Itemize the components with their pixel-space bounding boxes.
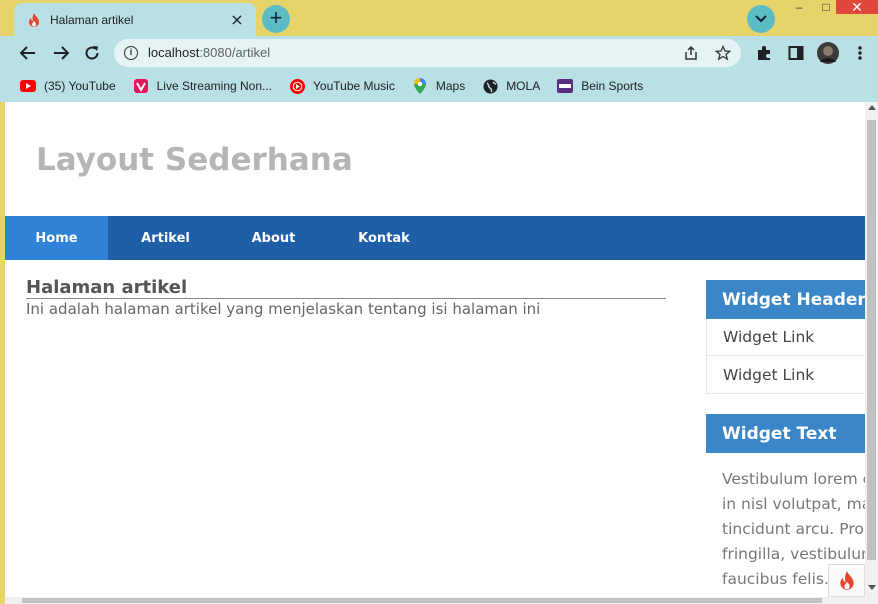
nav-item-artikel[interactable]: Artikel: [108, 216, 223, 260]
bookmark-live-streaming[interactable]: Live Streaming Non...: [133, 78, 272, 94]
bookmark-label: Live Streaming Non...: [156, 79, 273, 93]
url-text: localhost:8080/artikel: [148, 45, 271, 60]
widget-link[interactable]: Widget Link: [707, 319, 865, 356]
bein-sports-icon: [557, 78, 574, 94]
codeigniter-flame-icon: [26, 12, 42, 28]
scrollbar-thumb[interactable]: [22, 598, 822, 603]
tab-strip: Halaman artikel × + – □ ✕: [0, 0, 878, 36]
nav-item-home[interactable]: Home: [5, 216, 108, 260]
horizontal-scrollbar[interactable]: [5, 597, 878, 604]
globe-icon: [482, 78, 498, 94]
bookmarks-bar: (35) YouTube Live Streaming Non... YouTu…: [0, 70, 878, 102]
youtube-icon: [20, 78, 36, 94]
bookmark-mola[interactable]: MOLA: [482, 78, 540, 94]
bookmark-label: (35) YouTube: [44, 79, 116, 93]
scroll-up-arrow-icon[interactable]: [868, 105, 876, 110]
debug-toolbar-button[interactable]: [828, 564, 865, 597]
sidebar: Widget Header Widget Link Widget Link Wi…: [706, 280, 865, 592]
nav-item-about[interactable]: About: [223, 216, 324, 260]
vertical-scrollbar[interactable]: [865, 102, 878, 597]
widget-text-line: tincidunt arcu. Proi: [722, 520, 865, 538]
widget-text-line: Vestibulum lorem e: [722, 470, 865, 488]
tab-close-icon[interactable]: ×: [228, 10, 246, 29]
chevron-down-icon: [755, 15, 767, 23]
maps-pin-icon: [412, 78, 428, 94]
address-bar[interactable]: i localhost:8080/artikel: [114, 39, 741, 67]
bookmark-star-icon[interactable]: [714, 44, 732, 62]
bookmark-label: Maps: [435, 79, 466, 93]
article-body: Ini adalah halaman artikel yang menjelas…: [26, 300, 541, 318]
back-arrow-icon[interactable]: [16, 41, 40, 65]
window-close-button[interactable]: ✕: [836, 0, 878, 15]
bookmark-bein-sports[interactable]: Bein Sports: [557, 78, 643, 94]
article-content: Halaman artikel Ini adalah halaman artik…: [26, 278, 666, 319]
bookmark-youtube[interactable]: (35) YouTube: [20, 78, 116, 94]
extensions-puzzle-icon[interactable]: [755, 44, 773, 62]
bookmark-maps[interactable]: Maps: [412, 78, 465, 94]
youtube-music-icon: [289, 78, 305, 94]
page-heading: Halaman artikel: [26, 278, 666, 299]
minimize-button[interactable]: –: [785, 0, 813, 14]
site-info-icon[interactable]: i: [124, 46, 138, 60]
widget-header: Widget Header: [706, 280, 865, 319]
new-tab-button[interactable]: +: [262, 5, 290, 33]
browser-toolbar: i localhost:8080/artikel: [0, 36, 878, 70]
bookmark-label: MOLA: [506, 79, 541, 93]
widget-text-header: Widget Text: [706, 414, 865, 453]
bookmark-label: Bein Sports: [581, 79, 644, 93]
widget-link[interactable]: Widget Link: [707, 356, 865, 393]
page-viewport: Layout Sederhana Home Artikel About Kont…: [5, 102, 865, 597]
scroll-down-arrow-icon[interactable]: [868, 585, 876, 590]
side-panel-icon[interactable]: [787, 44, 805, 62]
browser-tab[interactable]: Halaman artikel ×: [14, 3, 256, 36]
codeigniter-flame-icon: [839, 571, 854, 590]
site-title: Layout Sederhana: [36, 142, 353, 178]
reload-icon[interactable]: [80, 41, 104, 65]
menu-kebab-icon[interactable]: [851, 44, 869, 62]
share-icon[interactable]: [682, 44, 700, 62]
nav-item-kontak[interactable]: Kontak: [324, 216, 444, 260]
bookmark-youtube-music[interactable]: YouTube Music: [289, 78, 395, 94]
tab-title: Halaman artikel: [50, 12, 134, 27]
tab-search-button[interactable]: [747, 5, 775, 33]
widget-links: Widget Link Widget Link: [706, 319, 865, 394]
forward-arrow-icon[interactable]: [49, 41, 73, 65]
widget-text-line: in nisl volutpat, ma: [722, 495, 865, 513]
vidio-icon: [133, 78, 149, 94]
profile-avatar[interactable]: [817, 42, 839, 64]
bookmark-label: YouTube Music: [313, 79, 395, 93]
main-nav: Home Artikel About Kontak: [5, 216, 865, 260]
scrollbar-thumb[interactable]: [867, 120, 876, 560]
site-header: Layout Sederhana: [5, 102, 865, 216]
